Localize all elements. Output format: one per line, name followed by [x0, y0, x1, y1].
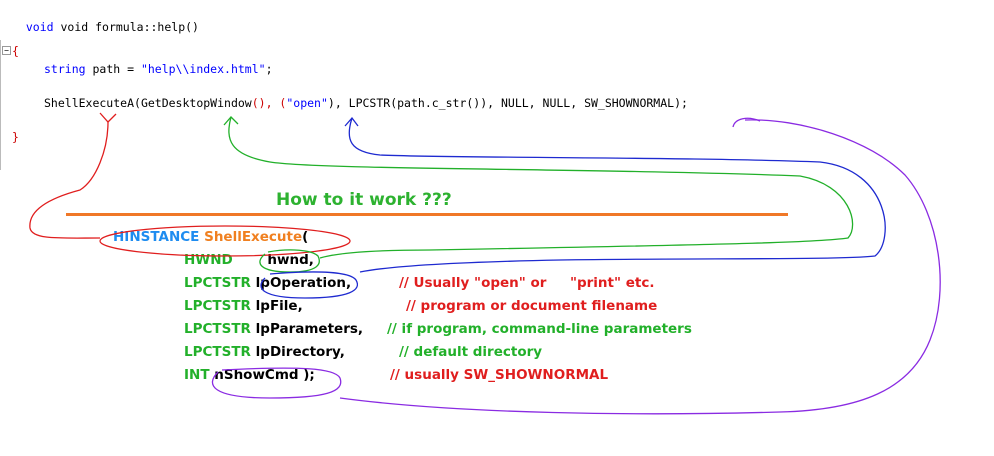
- arrow-purple-path: [339, 119, 941, 415]
- arrow-blue-path: [348, 117, 886, 273]
- ellipse-red: [99, 225, 351, 257]
- hand-drawn-arrows: [29, 112, 941, 415]
- arrow-red-path: [29, 121, 109, 239]
- arrow-red: [99, 112, 117, 123]
- ellipse-blue: [260, 271, 358, 299]
- arrow-green-path: [228, 116, 854, 259]
- ellipse-purple: [211, 367, 342, 399]
